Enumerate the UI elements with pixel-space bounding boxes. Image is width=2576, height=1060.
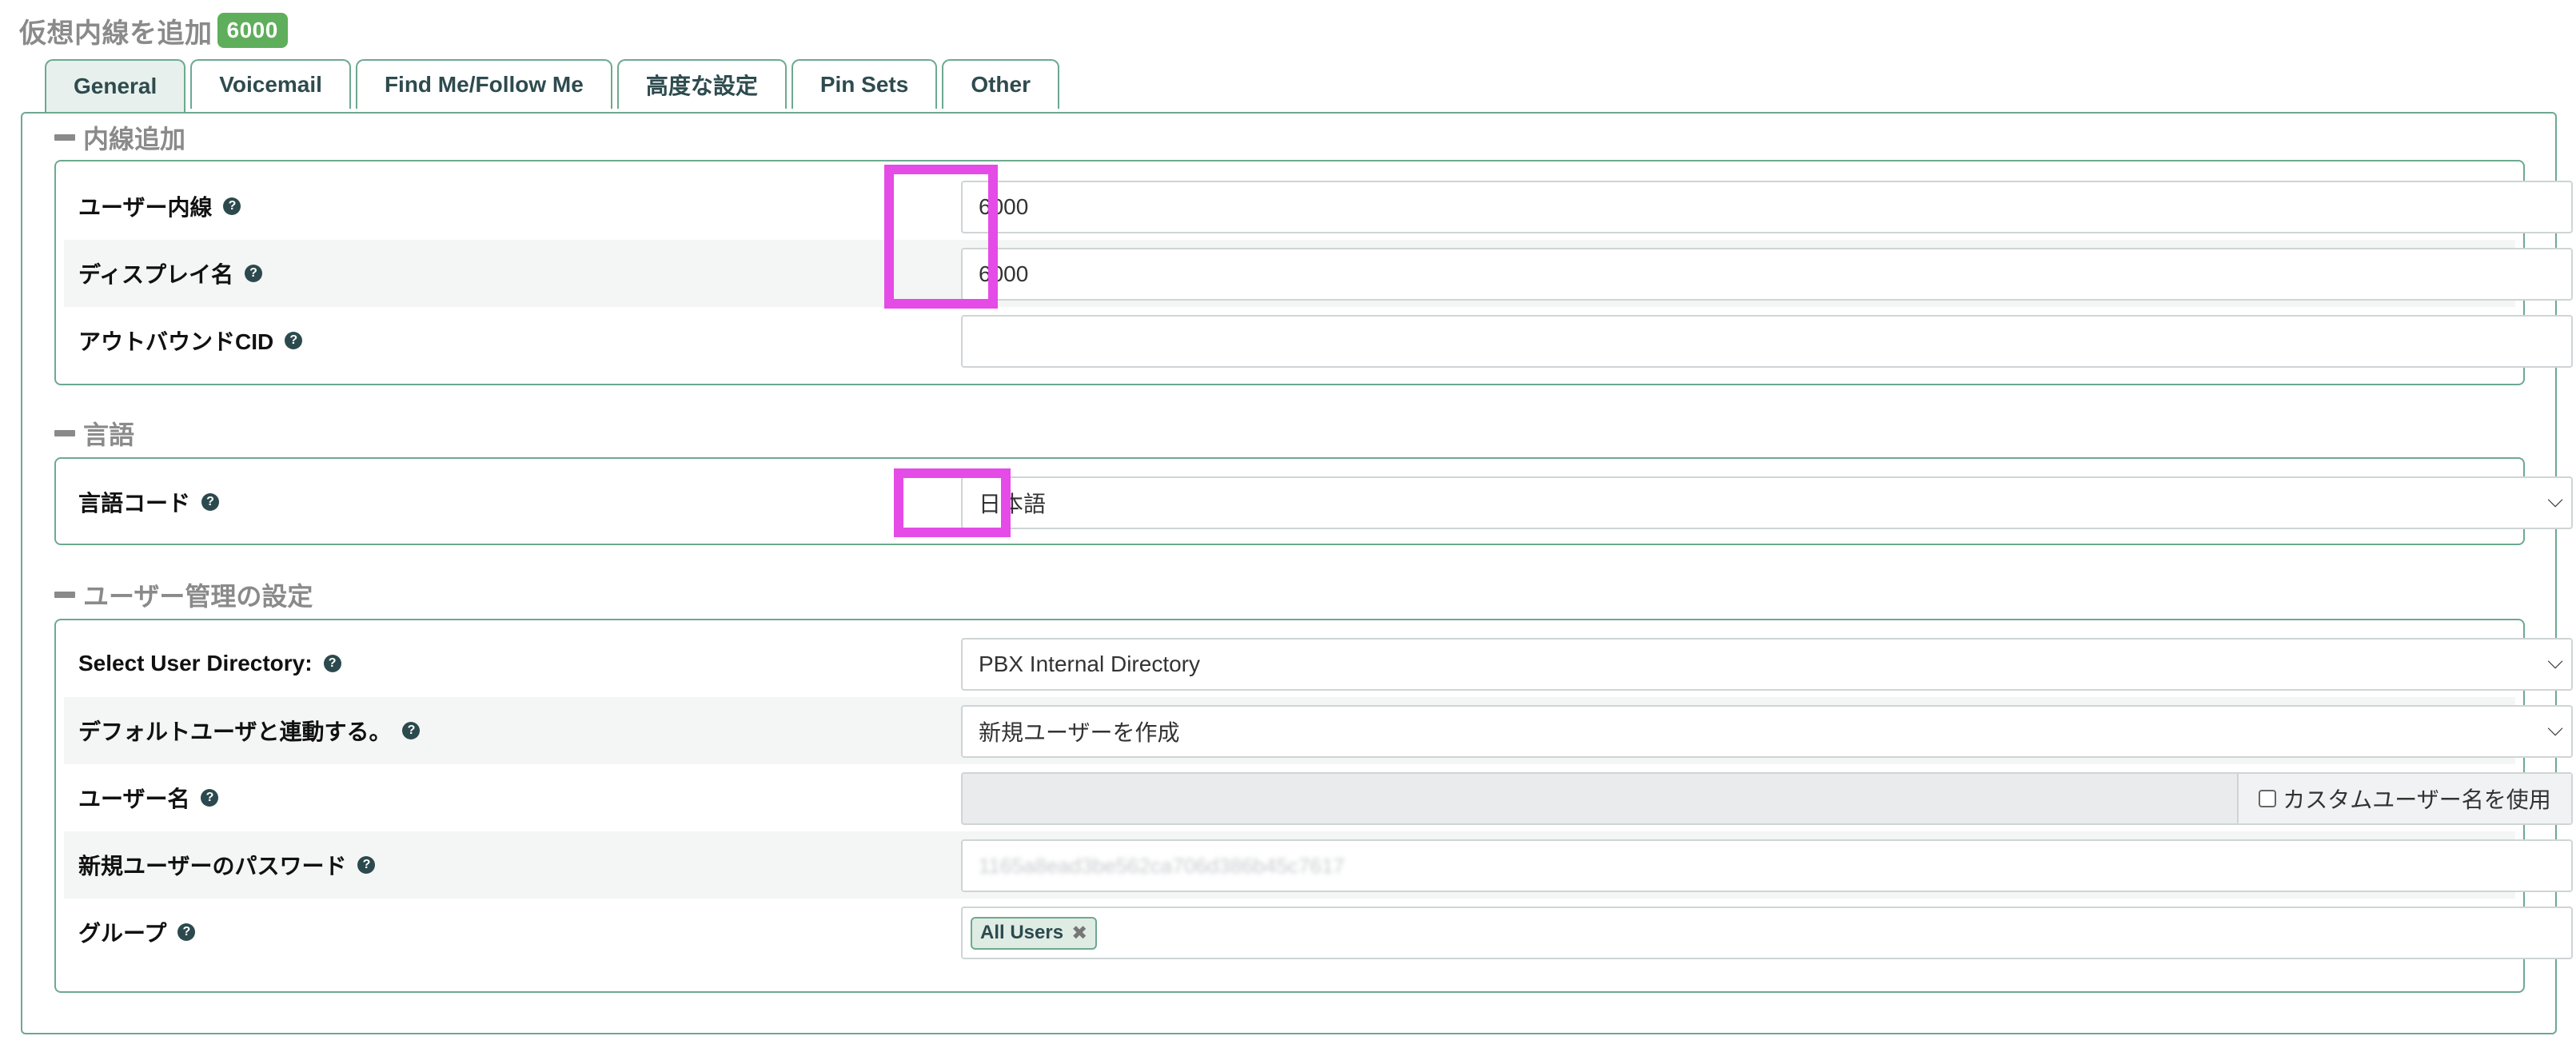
custom-username-label: カスタムユーザー名を使用 xyxy=(2283,787,2551,812)
user-extension-label-text: ユーザー内線 xyxy=(78,195,213,220)
help-icon[interactable]: ? xyxy=(402,722,421,739)
help-icon[interactable]: ? xyxy=(285,332,303,349)
link-default-user-value: 新規ユーザーを作成 xyxy=(979,720,1180,745)
user-directory-value: PBX Internal Directory xyxy=(979,652,1200,676)
link-default-user-label: デフォルトユーザと連動する。 ? xyxy=(78,697,421,764)
groups-label-text: グループ xyxy=(78,921,167,946)
new-user-password-label: 新規ユーザーのパスワード ? xyxy=(78,831,376,899)
help-icon[interactable]: ? xyxy=(323,655,341,672)
row-user-directory: Select User Directory: ? PBX Internal Di… xyxy=(64,630,2573,697)
section-title-language[interactable]: 言語 xyxy=(54,416,134,451)
highlight-box-language xyxy=(894,468,1011,537)
page-title-text: 仮想内線を追加 xyxy=(19,18,213,49)
custom-username-checkbox[interactable] xyxy=(2259,790,2277,807)
username-input[interactable]: カスタムユーザー名を使用 xyxy=(961,772,2573,825)
group-chip-label: All Users xyxy=(980,922,1064,943)
custom-username-toggle[interactable]: カスタムユーザー名を使用 xyxy=(2237,774,2571,823)
row-new-user-password: 新規ユーザーのパスワード ? 1165a8ead3be562ca706d386b… xyxy=(64,831,2573,899)
collapse-icon xyxy=(54,592,75,598)
extension-badge: 6000 xyxy=(217,13,288,48)
outbound-cid-input[interactable] xyxy=(961,315,2573,368)
help-icon[interactable]: ? xyxy=(201,789,219,807)
help-icon[interactable]: ? xyxy=(201,493,220,511)
tab-find-me-follow-me[interactable]: Find Me/Follow Me xyxy=(355,59,612,109)
language-code-select[interactable]: 日本語 xyxy=(961,476,2573,529)
row-outbound-cid: アウトバウンドCID ? xyxy=(64,307,2573,374)
display-name-input[interactable]: 6000 xyxy=(961,248,2573,301)
user-directory-label: Select User Directory: ? xyxy=(78,630,341,697)
groups-multiselect[interactable]: All Users ✖ xyxy=(961,907,2573,959)
username-label-text: ユーザー名 xyxy=(78,787,190,811)
collapse-icon xyxy=(54,134,75,141)
display-name-label-text: ディスプレイ名 xyxy=(78,262,234,287)
row-username: ユーザー名 ? カスタムユーザー名を使用 xyxy=(64,764,2573,831)
user-directory-select[interactable]: PBX Internal Directory xyxy=(961,638,2573,691)
group-chip: All Users ✖ xyxy=(971,916,1098,950)
link-default-user-select[interactable]: 新規ユーザーを作成 xyxy=(961,705,2573,758)
row-link-default-user: デフォルトユーザと連動する。 ? 新規ユーザーを作成 xyxy=(64,697,2573,764)
row-user-extension: ユーザー内線 ? 6000 xyxy=(64,173,2573,240)
outbound-cid-label-text: アウトバウンドCID xyxy=(78,329,274,354)
row-display-name: ディスプレイ名 ? 6000 xyxy=(64,240,2573,307)
help-icon[interactable]: ? xyxy=(357,856,376,874)
link-default-user-label-text: デフォルトユーザと連動する。 xyxy=(78,719,392,744)
user-directory-label-text: Select User Directory: xyxy=(78,651,313,675)
help-icon[interactable]: ? xyxy=(245,265,263,282)
display-name-label: ディスプレイ名 ? xyxy=(78,240,263,307)
row-language-code: 言語コード ? 日本語 xyxy=(64,468,2573,536)
close-icon[interactable]: ✖ xyxy=(1071,922,1087,945)
language-code-label-text: 言語コード xyxy=(78,491,191,516)
section-title-text: 言語 xyxy=(83,420,135,449)
tab-other[interactable]: Other xyxy=(942,59,1059,109)
tab-pin-sets[interactable]: Pin Sets xyxy=(791,59,938,109)
section-title-text: ユーザー管理の設定 xyxy=(83,582,313,611)
section-title-add-extension[interactable]: 内線追加 xyxy=(54,120,185,155)
help-icon[interactable]: ? xyxy=(223,197,241,215)
collapse-icon xyxy=(54,430,75,436)
section-title-text: 内線追加 xyxy=(83,125,186,153)
tab-general[interactable]: General xyxy=(45,59,186,112)
help-icon[interactable]: ? xyxy=(177,923,196,941)
highlight-box-extension xyxy=(884,165,998,309)
section-title-user-management[interactable]: ユーザー管理の設定 xyxy=(54,577,313,612)
tab-advanced-settings[interactable]: 高度な設定 xyxy=(616,59,787,109)
new-user-password-value: 1165a8ead3be562ca706d386b45c7617 xyxy=(979,853,1345,878)
user-extension-input[interactable]: 6000 xyxy=(961,181,2573,233)
new-user-password-label-text: 新規ユーザーのパスワード xyxy=(78,854,347,879)
username-label: ユーザー名 ? xyxy=(78,764,219,831)
tab-bar: General Voicemail Find Me/Follow Me 高度な設… xyxy=(45,59,1064,112)
language-code-label: 言語コード ? xyxy=(78,468,220,536)
user-extension-label: ユーザー内線 ? xyxy=(78,173,241,240)
page-title: 仮想内線を追加 6000 xyxy=(19,8,288,53)
groups-label: グループ ? xyxy=(78,899,196,966)
new-user-password-input[interactable]: 1165a8ead3be562ca706d386b45c7617 xyxy=(961,839,2573,892)
tab-voicemail[interactable]: Voicemail xyxy=(190,59,351,109)
outbound-cid-label: アウトバウンドCID ? xyxy=(78,307,303,374)
row-groups: グループ ? All Users ✖ xyxy=(64,899,2573,966)
